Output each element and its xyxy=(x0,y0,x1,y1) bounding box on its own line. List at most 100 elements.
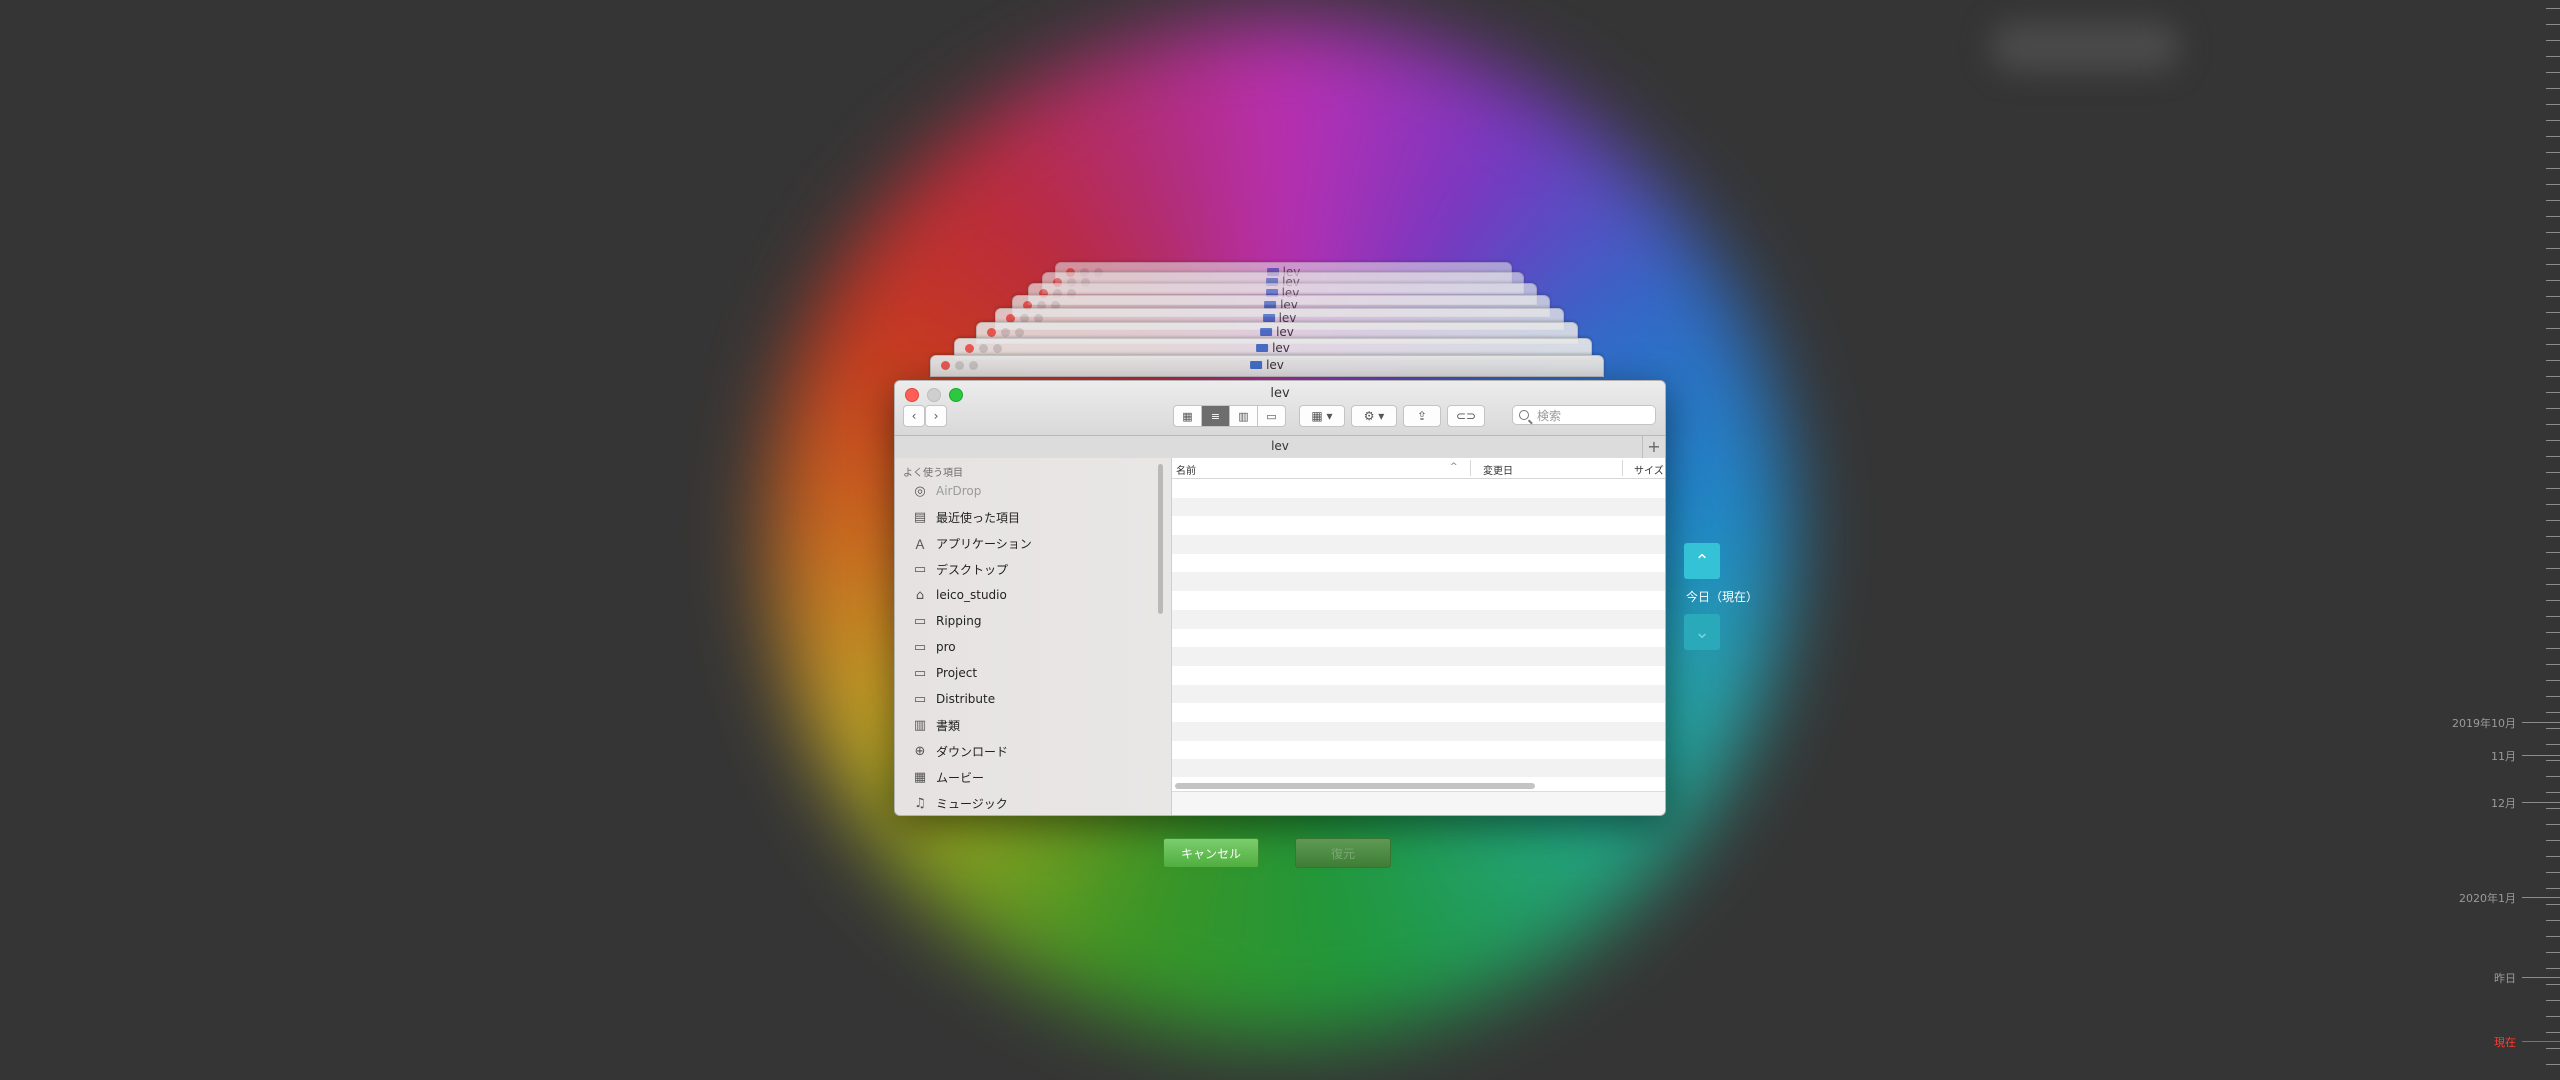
table-row[interactable] xyxy=(1172,721,1665,741)
timeline-tick xyxy=(2546,712,2560,713)
column-name[interactable]: 名前 xyxy=(1176,462,1196,477)
table-row[interactable] xyxy=(1172,554,1665,573)
timeline-label[interactable]: 12月 xyxy=(2491,795,2516,811)
table-row[interactable] xyxy=(1172,497,1665,517)
table-row[interactable] xyxy=(1172,741,1665,760)
table-row[interactable] xyxy=(1172,703,1665,722)
timeline-tick xyxy=(2546,536,2560,537)
group-button[interactable]: ▦ ▾ xyxy=(1299,405,1345,427)
sidebar-item[interactable]: ◎ AirDrop xyxy=(911,480,981,502)
back-button[interactable]: ‹ xyxy=(903,405,925,427)
horizontal-scrollbar[interactable] xyxy=(1175,783,1535,789)
older-snapshot-button[interactable]: ⌃ xyxy=(1684,543,1720,579)
zoom-dot xyxy=(969,361,978,370)
sidebar-item[interactable]: ⌂ leico_studio xyxy=(911,584,1007,606)
timeline-tick xyxy=(2546,72,2560,73)
blurred-overlay xyxy=(1990,22,2180,72)
timeline-tick xyxy=(2546,424,2560,425)
timeline-label[interactable]: 現在 xyxy=(2494,1034,2516,1050)
table-row[interactable] xyxy=(1172,609,1665,629)
tag-icon: ⊂⊃ xyxy=(1455,409,1477,423)
history-window[interactable]: lev xyxy=(930,355,1604,377)
newer-snapshot-button[interactable]: ⌄ xyxy=(1684,614,1720,650)
sidebar-item-label: AirDrop xyxy=(936,484,982,498)
timeline-major-tick xyxy=(2522,977,2560,978)
column-modified[interactable]: 変更日 xyxy=(1483,462,1513,477)
timeline-tick xyxy=(2546,328,2560,329)
sidebar-item-label: デスクトップ xyxy=(936,562,1009,577)
timeline-label[interactable]: 11月 xyxy=(2491,748,2516,764)
icon-view-button[interactable]: ▦ xyxy=(1173,405,1202,427)
timeline-tick xyxy=(2546,872,2560,873)
sidebar-scrollbar[interactable] xyxy=(1158,464,1163,614)
timeline-tick xyxy=(2546,280,2560,281)
sidebar-item-label: 最近使った項目 xyxy=(936,510,1021,525)
table-row[interactable] xyxy=(1172,516,1665,535)
sidebar-item[interactable]: ▦ ムービー xyxy=(911,766,984,788)
sidebar-item[interactable]: Ａ アプリケーション xyxy=(911,532,1032,554)
path-label: lev xyxy=(1271,439,1289,453)
history-window-label: lev xyxy=(1266,358,1284,372)
table-row[interactable] xyxy=(1172,759,1665,777)
sidebar-item[interactable]: ♫ ミュージック xyxy=(911,792,1008,814)
table-row[interactable] xyxy=(1172,591,1665,610)
window-controls xyxy=(987,328,1024,337)
sidebar-item-label: アプリケーション xyxy=(936,536,1032,551)
group-grid-icon: ▦ ▾ xyxy=(1311,409,1333,423)
sort-ascending-icon: ^ xyxy=(1450,462,1458,472)
table-row[interactable] xyxy=(1172,684,1665,704)
timeline[interactable]: 2019年10月 11月 12月 2020年1月昨日現在 xyxy=(2440,0,2560,1080)
add-tab-button[interactable]: + xyxy=(1642,436,1665,458)
share-button[interactable]: ⇪ xyxy=(1403,405,1441,427)
sidebar-item[interactable]: ▤ 最近使った項目 xyxy=(911,506,1020,528)
table-row[interactable] xyxy=(1172,647,1665,666)
sidebar-item-label: ミュージック xyxy=(936,796,1008,811)
column-view-button[interactable]: ▥ xyxy=(1230,405,1258,427)
search-placeholder: 検索 xyxy=(1537,408,1562,423)
sidebar-item[interactable]: ▭ Ripping xyxy=(911,610,982,632)
gallery-view-button[interactable]: ▭ xyxy=(1258,405,1286,427)
timeline-label[interactable]: 2019年10月 xyxy=(2452,715,2516,731)
sidebar-item[interactable]: ▥ 書類 xyxy=(911,714,960,736)
column-size[interactable]: サイズ xyxy=(1634,462,1664,477)
minimize-dot xyxy=(1001,328,1010,337)
sidebar-item-label: Ripping xyxy=(936,614,982,628)
chevron-down-icon: ⌄ xyxy=(1694,621,1710,643)
table-row[interactable] xyxy=(1172,535,1665,554)
zoom-dot xyxy=(993,344,1002,353)
sidebar-item[interactable]: ▭ Project xyxy=(911,662,977,684)
search-field[interactable]: 検索 xyxy=(1512,405,1656,425)
search-icon xyxy=(1519,410,1529,420)
timeline-tick xyxy=(2546,456,2560,457)
list-view-button[interactable]: ≡ xyxy=(1202,405,1230,427)
chevron-left-icon: ‹ xyxy=(911,409,917,423)
timeline-label[interactable]: 昨日 xyxy=(2494,970,2516,986)
timeline-label[interactable]: 2020年1月 xyxy=(2459,890,2516,906)
sidebar-item-label: 書類 xyxy=(936,718,961,733)
cancel-button[interactable]: キャンセル xyxy=(1163,838,1259,868)
history-window-title: lev xyxy=(1256,341,1290,355)
table-row[interactable] xyxy=(1172,479,1665,498)
table-row[interactable] xyxy=(1172,572,1665,592)
table-row[interactable] xyxy=(1172,629,1665,648)
downloads-icon: ⊕ xyxy=(914,743,926,759)
sidebar-item[interactable]: ▭ Distribute xyxy=(911,688,995,710)
tag-button[interactable]: ⊂⊃ xyxy=(1447,405,1485,427)
table-row[interactable] xyxy=(1172,666,1665,685)
restore-button[interactable]: 復元 xyxy=(1295,838,1391,868)
sidebar-item-label: Distribute xyxy=(936,692,996,706)
history-window-label: lev xyxy=(1272,341,1290,355)
sidebar-item[interactable]: ⊕ ダウンロード xyxy=(911,740,1008,762)
history-window-label: lev xyxy=(1276,325,1294,339)
sidebar-item[interactable]: ▭ pro xyxy=(911,636,956,658)
timeline-major-tick xyxy=(2522,897,2560,898)
sidebar-item[interactable]: ▭ デスクトップ xyxy=(911,558,1008,580)
documents-icon: ▥ xyxy=(913,717,927,733)
action-button[interactable]: ⚙ ▾ xyxy=(1351,405,1397,427)
timeline-tick xyxy=(2546,904,2560,905)
folder-icon xyxy=(1256,344,1269,352)
gallery-icon: ▭ xyxy=(1266,409,1277,423)
title-bar: lev ‹ › ▦ ≡ ▥ ▭ ▦ ▾ ⚙ ▾ ⇪ ⊂⊃ 検索 xyxy=(895,381,1665,436)
forward-button[interactable]: › xyxy=(925,405,947,427)
timeline-tick xyxy=(2546,24,2560,25)
